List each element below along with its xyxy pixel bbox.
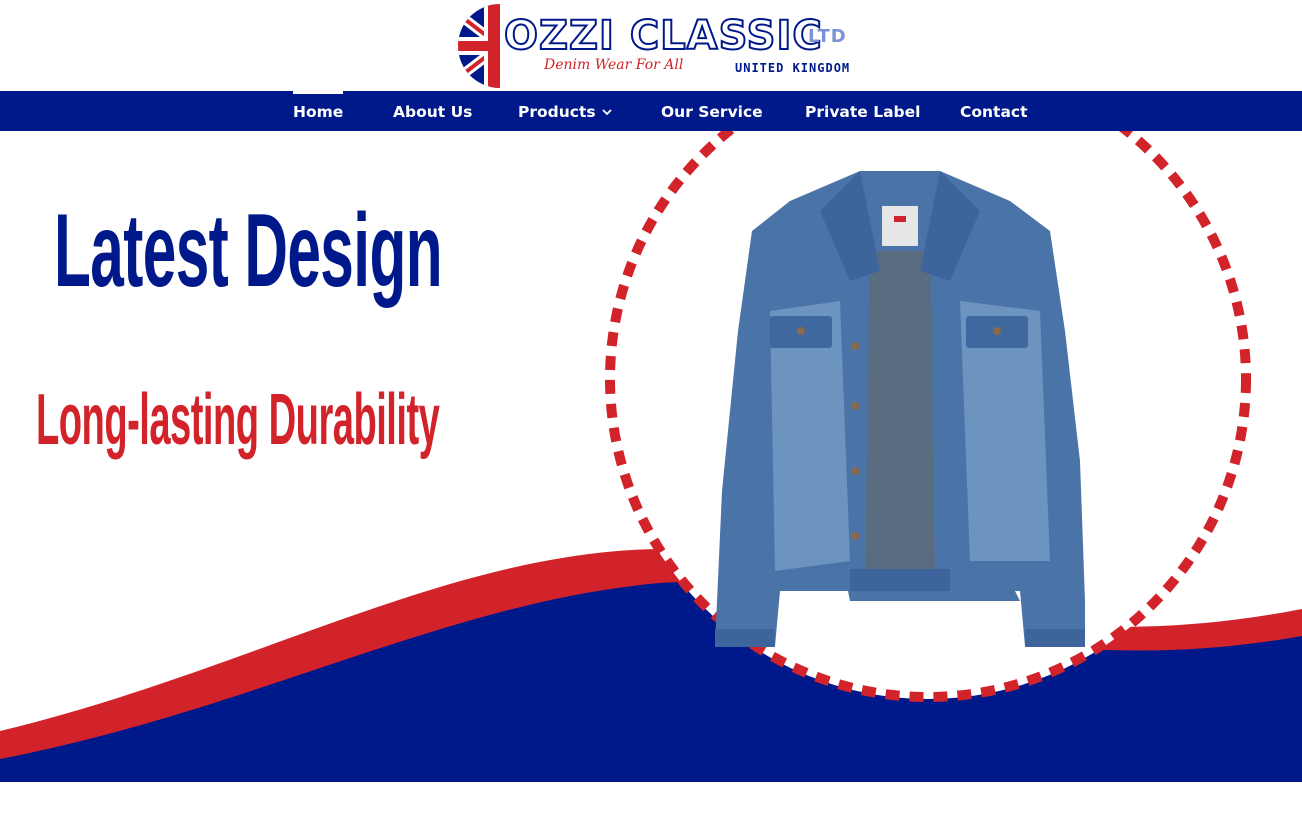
brand-name: OZZI CLASSIC <box>503 13 823 59</box>
brand-country: UNITED KINGDOM <box>735 61 851 75</box>
hero-headline: Latest Design <box>54 193 443 309</box>
hero-banner: Latest Design Long-lasting Durability <box>0 131 1302 782</box>
nav-about-us[interactable]: About Us <box>393 91 472 131</box>
main-nav: Home About Us Products Our Service Priva… <box>0 91 1302 131</box>
nav-products-label: Products <box>518 103 596 121</box>
page-below-hero <box>0 782 1302 827</box>
union-jack-icon <box>458 4 500 88</box>
site-header: OZZI CLASSIC LTD Denim Wear For All UNIT… <box>0 0 1302 91</box>
nav-our-service-label: Our Service <box>661 103 763 121</box>
nav-private-label[interactable]: Private Label <box>805 91 920 131</box>
nav-private-label-label: Private Label <box>805 103 921 121</box>
nav-contact[interactable]: Contact <box>960 91 1028 131</box>
nav-our-service[interactable]: Our Service <box>661 91 763 131</box>
nav-contact-label: Contact <box>960 103 1028 121</box>
nav-home[interactable]: Home <box>293 91 344 131</box>
site-logo[interactable]: OZZI CLASSIC LTD Denim Wear For All UNIT… <box>458 4 858 90</box>
denim-jacket-image <box>715 171 1085 647</box>
nav-about-us-label: About Us <box>393 103 473 121</box>
nav-products[interactable]: Products <box>518 91 612 131</box>
brand-suffix: LTD <box>808 26 847 47</box>
hero-subline: Long-lasting Durability <box>36 380 440 460</box>
brand-tagline: Denim Wear For All <box>544 57 684 73</box>
nav-home-label: Home <box>293 103 344 121</box>
chevron-down-icon <box>601 92 612 134</box>
